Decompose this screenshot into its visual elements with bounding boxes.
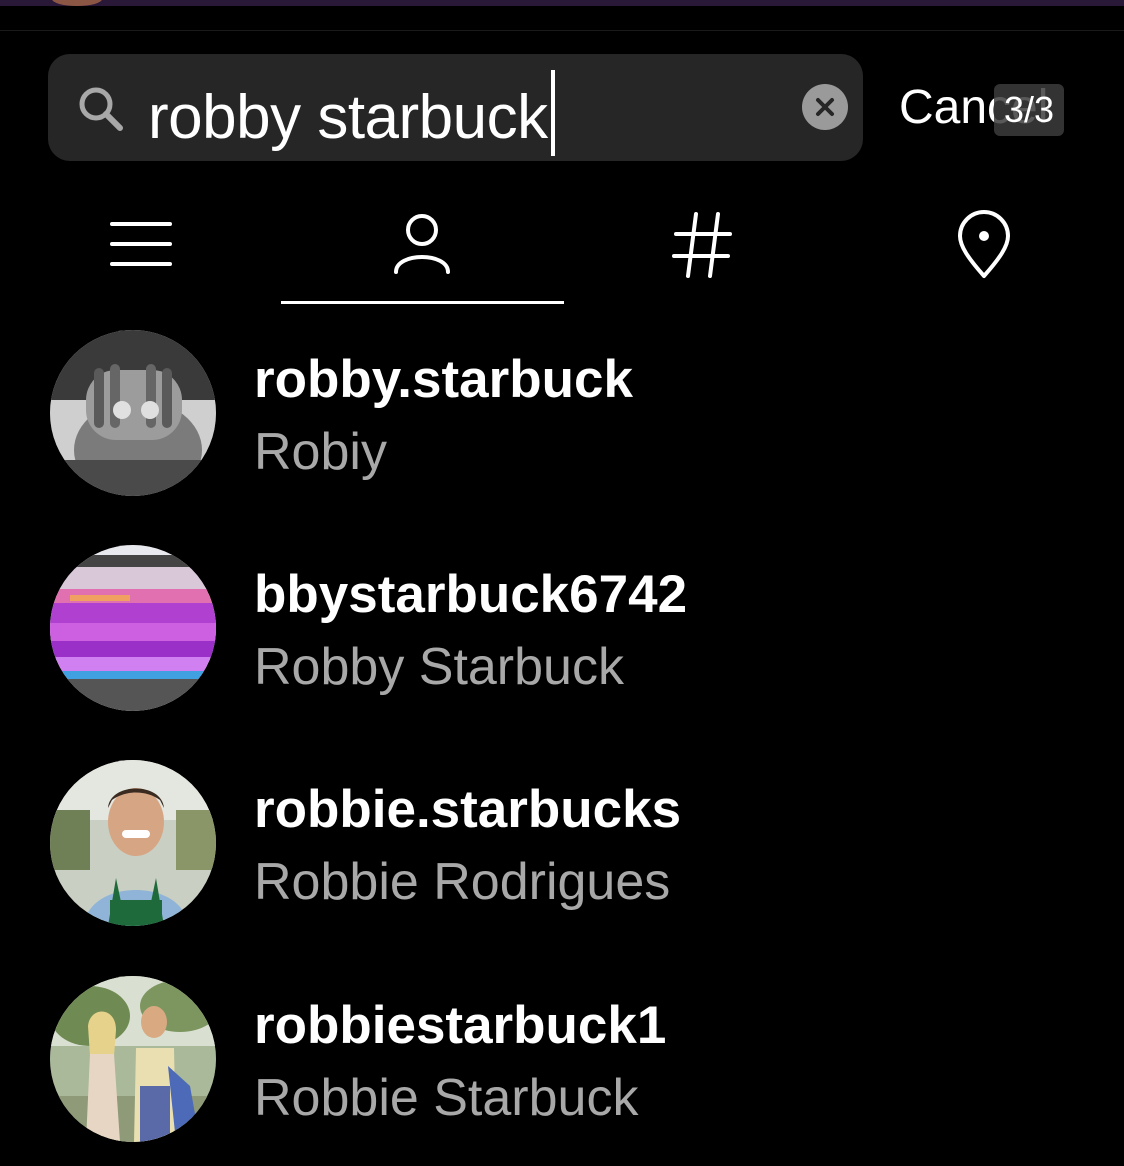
selected-tab-indicator [281, 301, 564, 304]
result-full-name: Robby Starbuck [254, 638, 624, 696]
search-result-row[interactable]: robbiestarbuck1 Robbie Starbuck [0, 976, 1124, 1166]
tab-places[interactable] [934, 200, 1034, 290]
status-strip [0, 0, 1124, 6]
avatar [50, 760, 216, 926]
person-icon [394, 214, 450, 274]
clear-search-button[interactable] [802, 84, 848, 130]
status-strip-highlight [52, 0, 102, 6]
close-icon [816, 98, 834, 116]
result-full-name: Robbie Rodrigues [254, 853, 671, 911]
result-username: robbiestarbuck1 [254, 996, 667, 1055]
search-result-row[interactable]: robbie.starbucks Robbie Rodrigues [0, 760, 1124, 950]
avatar [50, 545, 216, 711]
avatar [50, 976, 216, 1142]
search-result-row[interactable]: robby.starbuck Robiy [0, 330, 1124, 520]
hashtag-icon [672, 212, 732, 278]
result-username: robbie.starbucks [254, 780, 682, 839]
text-caret [550, 70, 555, 156]
location-pin-icon [958, 210, 1010, 278]
list-icon [110, 222, 172, 266]
result-full-name: Robbie Starbuck [254, 1069, 639, 1127]
search-icon [76, 84, 126, 134]
top-divider [0, 30, 1124, 31]
result-username: bbystarbuck6742 [254, 565, 688, 624]
result-full-name: Robiy [254, 423, 387, 481]
tab-accounts[interactable] [372, 200, 472, 290]
page-counter-badge: 3/3 [994, 84, 1065, 136]
tab-tags[interactable] [652, 200, 752, 290]
search-input[interactable]: robby starbuck [148, 70, 555, 156]
search-query-text: robby starbuck [148, 83, 548, 152]
tab-top[interactable] [92, 200, 192, 290]
search-result-row[interactable]: bbystarbuck6742 Robby Starbuck [0, 545, 1124, 735]
avatar [50, 330, 216, 496]
result-username: robby.starbuck [254, 350, 633, 409]
